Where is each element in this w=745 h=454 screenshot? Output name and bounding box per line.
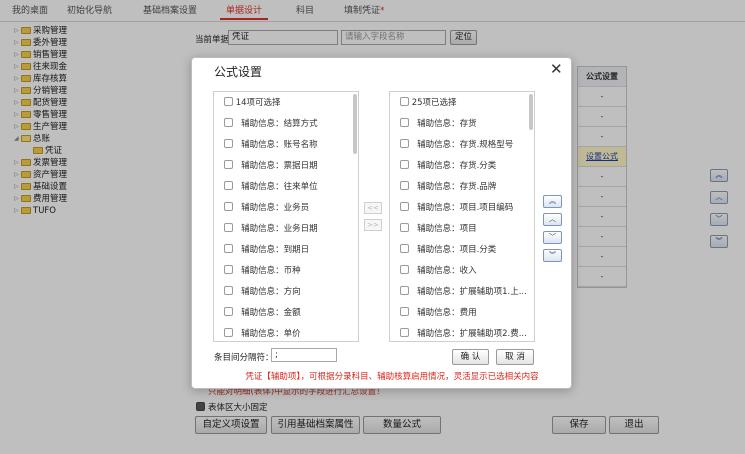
available-item[interactable]: 辅助信息：业务员 <box>224 198 309 218</box>
selected-item[interactable]: 辅助信息：存货.规格型号 <box>400 135 513 155</box>
item-label: 辅助信息：单价 <box>241 329 301 339</box>
sort-up-button[interactable]: ︿ <box>543 213 562 226</box>
item-label: 辅助信息：扩展辅助项2.费... <box>417 329 527 339</box>
selected-item[interactable]: 辅助信息：费用 <box>400 303 477 323</box>
dialog-title: 公式设置 <box>214 65 263 79</box>
available-item[interactable]: 辅助信息：单价 <box>224 324 301 341</box>
checkbox[interactable] <box>224 181 233 190</box>
close-icon[interactable]: ✕ <box>550 60 563 78</box>
available-select-all[interactable]: 14项可选择 <box>224 93 281 113</box>
selected-item[interactable]: 辅助信息：存货 <box>400 114 477 134</box>
selected-count-label: 25项已选择 <box>411 98 457 108</box>
checkbox[interactable] <box>224 139 233 148</box>
selected-item[interactable]: 辅助信息：收入 <box>400 261 477 281</box>
checkbox[interactable] <box>400 139 409 148</box>
item-label: 辅助信息：项目 <box>417 224 477 234</box>
checkbox[interactable] <box>400 202 409 211</box>
item-label: 辅助信息：存货 <box>417 119 477 129</box>
sort-top-button[interactable]: ︽ <box>543 195 562 208</box>
checkbox[interactable] <box>224 244 233 253</box>
checkbox[interactable] <box>400 307 409 316</box>
item-label: 辅助信息：存货.分类 <box>417 161 497 171</box>
available-item[interactable]: 辅助信息：金额 <box>224 303 301 323</box>
selected-item[interactable]: 辅助信息：扩展辅助项1.上... <box>400 282 527 302</box>
item-label: 辅助信息：票据日期 <box>241 161 318 171</box>
item-label: 辅助信息：到期日 <box>241 245 310 255</box>
checkbox[interactable] <box>224 265 233 274</box>
item-label: 辅助信息：金额 <box>241 308 301 318</box>
item-label: 辅助信息：存货.规格型号 <box>417 140 514 150</box>
available-count-label: 14项可选择 <box>235 98 281 108</box>
selected-item[interactable]: 辅助信息：项目 <box>400 219 477 239</box>
move-left-button[interactable]: << <box>364 202 382 214</box>
separator-label: 条目间分隔符： <box>214 353 274 363</box>
checkbox[interactable] <box>400 244 409 253</box>
item-label: 辅助信息：收入 <box>417 266 477 276</box>
available-item[interactable]: 辅助信息：币种 <box>224 261 301 281</box>
confirm-button[interactable]: 确 认 <box>452 349 489 365</box>
selected-item[interactable]: 辅助信息：存货.分类 <box>400 156 496 176</box>
available-item[interactable]: 辅助信息：结算方式 <box>224 114 318 134</box>
checkbox[interactable] <box>400 181 409 190</box>
formula-settings-dialog: 公式设置 ✕ 14项可选择 辅助信息：结算方式 辅助信息：账号名称 辅助信息：票… <box>191 57 572 389</box>
checkbox[interactable] <box>224 328 233 337</box>
selected-scrollbar[interactable] <box>529 94 533 130</box>
item-label: 辅助信息：结算方式 <box>241 119 318 129</box>
available-items-panel: 14项可选择 辅助信息：结算方式 辅助信息：账号名称 辅助信息：票据日期 辅助信… <box>213 91 359 342</box>
item-label: 辅助信息：项目.项目编码 <box>417 203 514 213</box>
item-label: 辅助信息：存货.品牌 <box>417 182 497 192</box>
sort-bottom-button[interactable]: ︾ <box>543 249 562 262</box>
item-label: 辅助信息：账号名称 <box>241 140 318 150</box>
available-item[interactable]: 辅助信息：到期日 <box>224 240 309 260</box>
selected-item[interactable]: 辅助信息：项目.分类 <box>400 240 496 260</box>
move-right-button[interactable]: >> <box>364 219 382 231</box>
checkbox[interactable] <box>400 265 409 274</box>
item-label: 辅助信息：方向 <box>241 287 301 297</box>
checkbox[interactable] <box>400 328 409 337</box>
item-label: 辅助信息：费用 <box>417 308 477 318</box>
checkbox[interactable] <box>400 118 409 127</box>
checkbox[interactable] <box>400 223 409 232</box>
item-label: 辅助信息：币种 <box>241 266 301 276</box>
sort-down-button[interactable]: ﹀ <box>543 231 562 244</box>
checkbox[interactable] <box>224 160 233 169</box>
available-item[interactable]: 辅助信息：票据日期 <box>224 156 318 176</box>
available-item[interactable]: 辅助信息：业务日期 <box>224 219 318 239</box>
selected-item[interactable]: 辅助信息：存货.品牌 <box>400 177 496 197</box>
checkbox[interactable] <box>400 286 409 295</box>
available-item[interactable]: 辅助信息：往来单位 <box>224 177 318 197</box>
checkbox[interactable] <box>224 286 233 295</box>
item-label: 辅助信息：往来单位 <box>241 182 318 192</box>
item-label: 辅助信息：扩展辅助项1.上... <box>417 287 527 297</box>
checkbox[interactable] <box>224 307 233 316</box>
selected-item[interactable]: 辅助信息：项目.项目编码 <box>400 198 513 218</box>
separator-input[interactable]: ; <box>271 348 337 362</box>
checkbox[interactable] <box>224 118 233 127</box>
available-item[interactable]: 辅助信息：方向 <box>224 282 301 302</box>
checkbox[interactable] <box>224 223 233 232</box>
dialog-hint: 凭证【辅助项】，可根据分录科目、辅助核算启用情况，灵活显示已选相关内容 <box>245 372 539 382</box>
checkbox[interactable] <box>224 97 233 106</box>
checkbox[interactable] <box>400 160 409 169</box>
available-item[interactable]: 辅助信息：账号名称 <box>224 135 318 155</box>
item-label: 辅助信息：业务员 <box>241 203 310 213</box>
selected-item[interactable]: 辅助信息：扩展辅助项2.费... <box>400 324 527 341</box>
item-label: 辅助信息：项目.分类 <box>417 245 497 255</box>
checkbox[interactable] <box>224 202 233 211</box>
item-label: 辅助信息：业务日期 <box>241 224 318 234</box>
checkbox[interactable] <box>400 97 409 106</box>
cancel-button[interactable]: 取 消 <box>496 349 534 365</box>
selected-items-panel: 25项已选择 辅助信息：存货 辅助信息：存货.规格型号 辅助信息：存货.分类 辅… <box>389 91 535 342</box>
selected-select-all[interactable]: 25项已选择 <box>400 93 457 113</box>
available-scrollbar[interactable] <box>353 94 357 154</box>
